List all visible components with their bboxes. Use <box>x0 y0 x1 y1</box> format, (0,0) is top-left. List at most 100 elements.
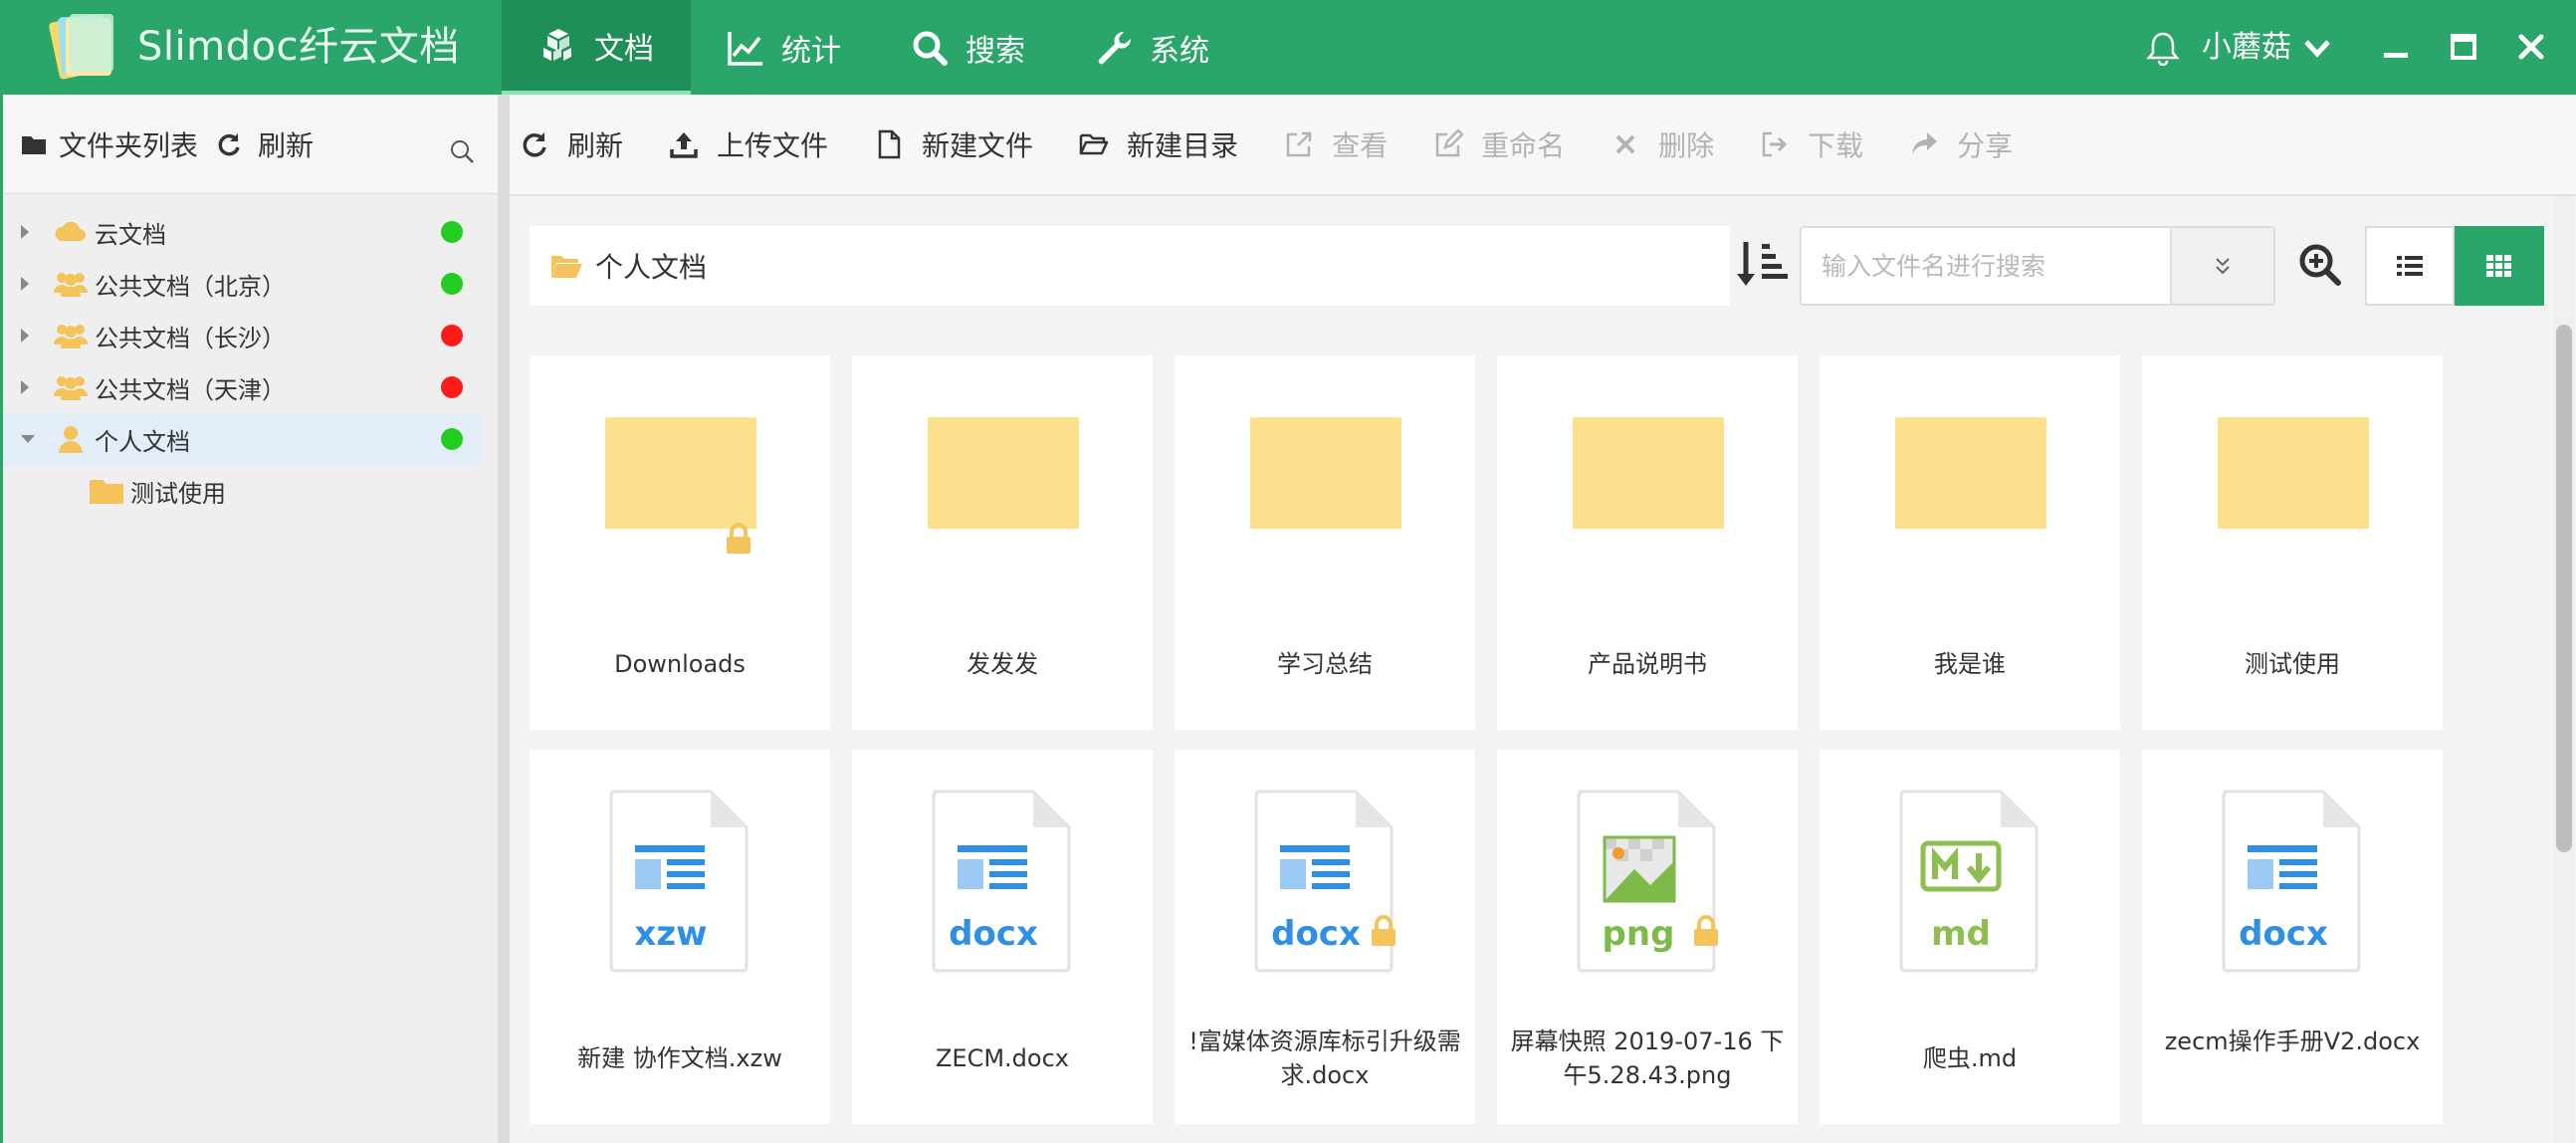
edit-icon <box>1435 129 1464 157</box>
tree-item-personal[interactable]: 个人文档 <box>3 413 481 465</box>
file-thumbnail <box>1175 355 1475 594</box>
status-dot <box>441 325 463 346</box>
delete-label: 删除 <box>1658 129 1715 162</box>
close-icon[interactable] <box>2514 30 2548 64</box>
file-card[interactable]: docx !富媒体资源库标引升级需求.docx <box>1175 750 1475 1124</box>
download-label: 下载 <box>1808 129 1864 162</box>
collapse-caret-icon[interactable] <box>21 435 35 443</box>
folder-card[interactable]: Downloads <box>530 355 830 730</box>
svg-text:md: md <box>1931 914 1991 954</box>
refresh-button[interactable]: 刷新 <box>520 124 623 164</box>
folder-icon <box>928 417 1079 529</box>
cloud-icon <box>55 221 86 241</box>
maximize-icon[interactable] <box>2447 30 2480 64</box>
sidebar: 文件夹列表 刷新 云文档 公共文档（北京） 公共文档（长沙） 公共文档（天津） … <box>0 95 498 1143</box>
nav-docs[interactable]: 文档 <box>502 0 691 95</box>
expand-caret-icon[interactable] <box>21 380 29 394</box>
file-name: 新建 协作文档.xzw <box>577 1044 782 1072</box>
tree-item-label: 个人文档 <box>95 427 190 456</box>
tree-item-beijing[interactable]: 公共文档（北京） <box>3 258 481 310</box>
search-dropdown-button[interactable] <box>2170 228 2273 304</box>
user-name[interactable]: 小蘑菇 <box>2202 0 2291 95</box>
main-nav: 文档 统计 搜索 系统 <box>502 0 1244 95</box>
sidebar-splitter[interactable] <box>498 95 510 1143</box>
app-logo-icon <box>49 14 113 80</box>
minimize-icon[interactable] <box>2379 30 2413 64</box>
times-icon <box>1615 134 1635 154</box>
folder-icon <box>605 417 756 529</box>
new-file-button[interactable]: 新建文件 <box>874 124 1033 164</box>
app-brand: Slimdoc纤云文档 <box>137 24 460 70</box>
svg-text:xzw: xzw <box>634 914 707 954</box>
nav-stats[interactable]: 统计 <box>691 0 876 95</box>
scrollbar-thumb[interactable] <box>2556 325 2572 852</box>
tree-item-changsha[interactable]: 公共文档（长沙） <box>3 310 481 361</box>
nav-stats-label: 统计 <box>781 33 841 69</box>
search-icon[interactable] <box>449 138 475 164</box>
file-card[interactable]: xzw 新建 协作文档.xzw <box>530 750 830 1124</box>
expand-caret-icon[interactable] <box>21 225 29 239</box>
users-icon <box>54 325 88 348</box>
docx-file-icon: docx <box>932 790 1071 973</box>
tree-item-label: 公共文档（长沙） <box>95 324 286 352</box>
upload-icon <box>670 132 698 158</box>
docx-file-icon: docx <box>2222 790 2361 973</box>
folder-card[interactable]: 产品说明书 <box>1497 355 1798 730</box>
expand-caret-icon[interactable] <box>21 329 29 343</box>
chevron-down-icon[interactable] <box>2301 34 2333 62</box>
cubes-icon <box>543 28 571 61</box>
file-card[interactable]: md 爬虫.md <box>1820 750 2120 1124</box>
svg-text:docx: docx <box>1271 914 1361 954</box>
refresh-label: 刷新 <box>567 129 624 162</box>
search-input[interactable] <box>1802 228 2178 304</box>
rename-button[interactable]: 重命名 <box>1433 124 1565 164</box>
sidebar-refresh-button[interactable]: 刷新 <box>216 124 314 164</box>
lock-icon <box>727 523 751 554</box>
list-view-button[interactable] <box>2365 226 2455 306</box>
sort-amount-icon[interactable] <box>1732 238 1794 294</box>
folder-card[interactable]: 测试使用 <box>2142 355 2443 730</box>
tree-item-tianjin[interactable]: 公共文档（天津） <box>3 361 481 413</box>
search-icon <box>913 31 948 66</box>
file-icon <box>878 129 901 159</box>
bell-icon[interactable] <box>2146 30 2180 66</box>
folder-card[interactable]: 我是谁 <box>1820 355 2120 730</box>
tree-item-test[interactable]: 测试使用 <box>3 465 481 517</box>
sidebar-header: 文件夹列表 刷新 <box>3 95 498 194</box>
delete-button[interactable]: 删除 <box>1610 124 1714 164</box>
svg-text:docx: docx <box>949 914 1038 954</box>
xzw-file-icon: xzw <box>609 790 749 973</box>
file-name: 我是谁 <box>1934 650 2006 678</box>
file-card[interactable]: png 屏幕快照 2019-07-16 下午5.28.43.png <box>1497 750 1798 1124</box>
status-dot <box>441 428 463 450</box>
file-card[interactable]: docx ZECM.docx <box>852 750 1153 1124</box>
nav-search[interactable]: 搜索 <box>876 0 1059 95</box>
new-directory-button[interactable]: 新建目录 <box>1079 124 1238 164</box>
file-name: zecm操作手册V2.docx <box>2164 1028 2421 1055</box>
view-button[interactable]: 查看 <box>1284 124 1388 164</box>
file-card[interactable]: docx zecm操作手册V2.docx <box>2142 750 2443 1124</box>
file-name: 学习总结 <box>1277 650 1373 678</box>
upload-label: 上传文件 <box>717 129 829 162</box>
lock-icon <box>1372 915 1395 946</box>
lock-badge <box>1692 915 1720 951</box>
search-group <box>1800 226 2275 306</box>
expand-caret-icon[interactable] <box>21 277 29 291</box>
file-name: Downloads <box>614 650 746 678</box>
sidebar-title-label: 文件夹列表 <box>59 129 199 162</box>
top-bar: Slimdoc纤云文档 文档 统计 搜索 系统 小蘑菇 <box>0 0 2576 95</box>
file-area: 个人文档 Downloads 发发发 学习总结 产品说明书 我是谁 测试使用 xzw 新建 协… <box>510 196 2576 1143</box>
file-thumbnail: docx <box>852 750 1153 989</box>
upload-button[interactable]: 上传文件 <box>669 124 828 164</box>
lock-icon <box>1694 915 1718 946</box>
grid-view-button[interactable] <box>2455 226 2544 306</box>
folder-card[interactable]: 发发发 <box>852 355 1153 730</box>
breadcrumb-current: 个人文档 <box>595 251 708 284</box>
folder-card[interactable]: 学习总结 <box>1175 355 1475 730</box>
nav-system[interactable]: 系统 <box>1059 0 1244 95</box>
tree-item-cloud[interactable]: 云文档 <box>3 206 481 258</box>
download-button[interactable]: 下载 <box>1760 124 1863 164</box>
share-button[interactable]: 分享 <box>1909 124 2013 164</box>
zoom-in-icon[interactable] <box>2297 242 2341 286</box>
external-link-icon <box>1286 131 1312 157</box>
